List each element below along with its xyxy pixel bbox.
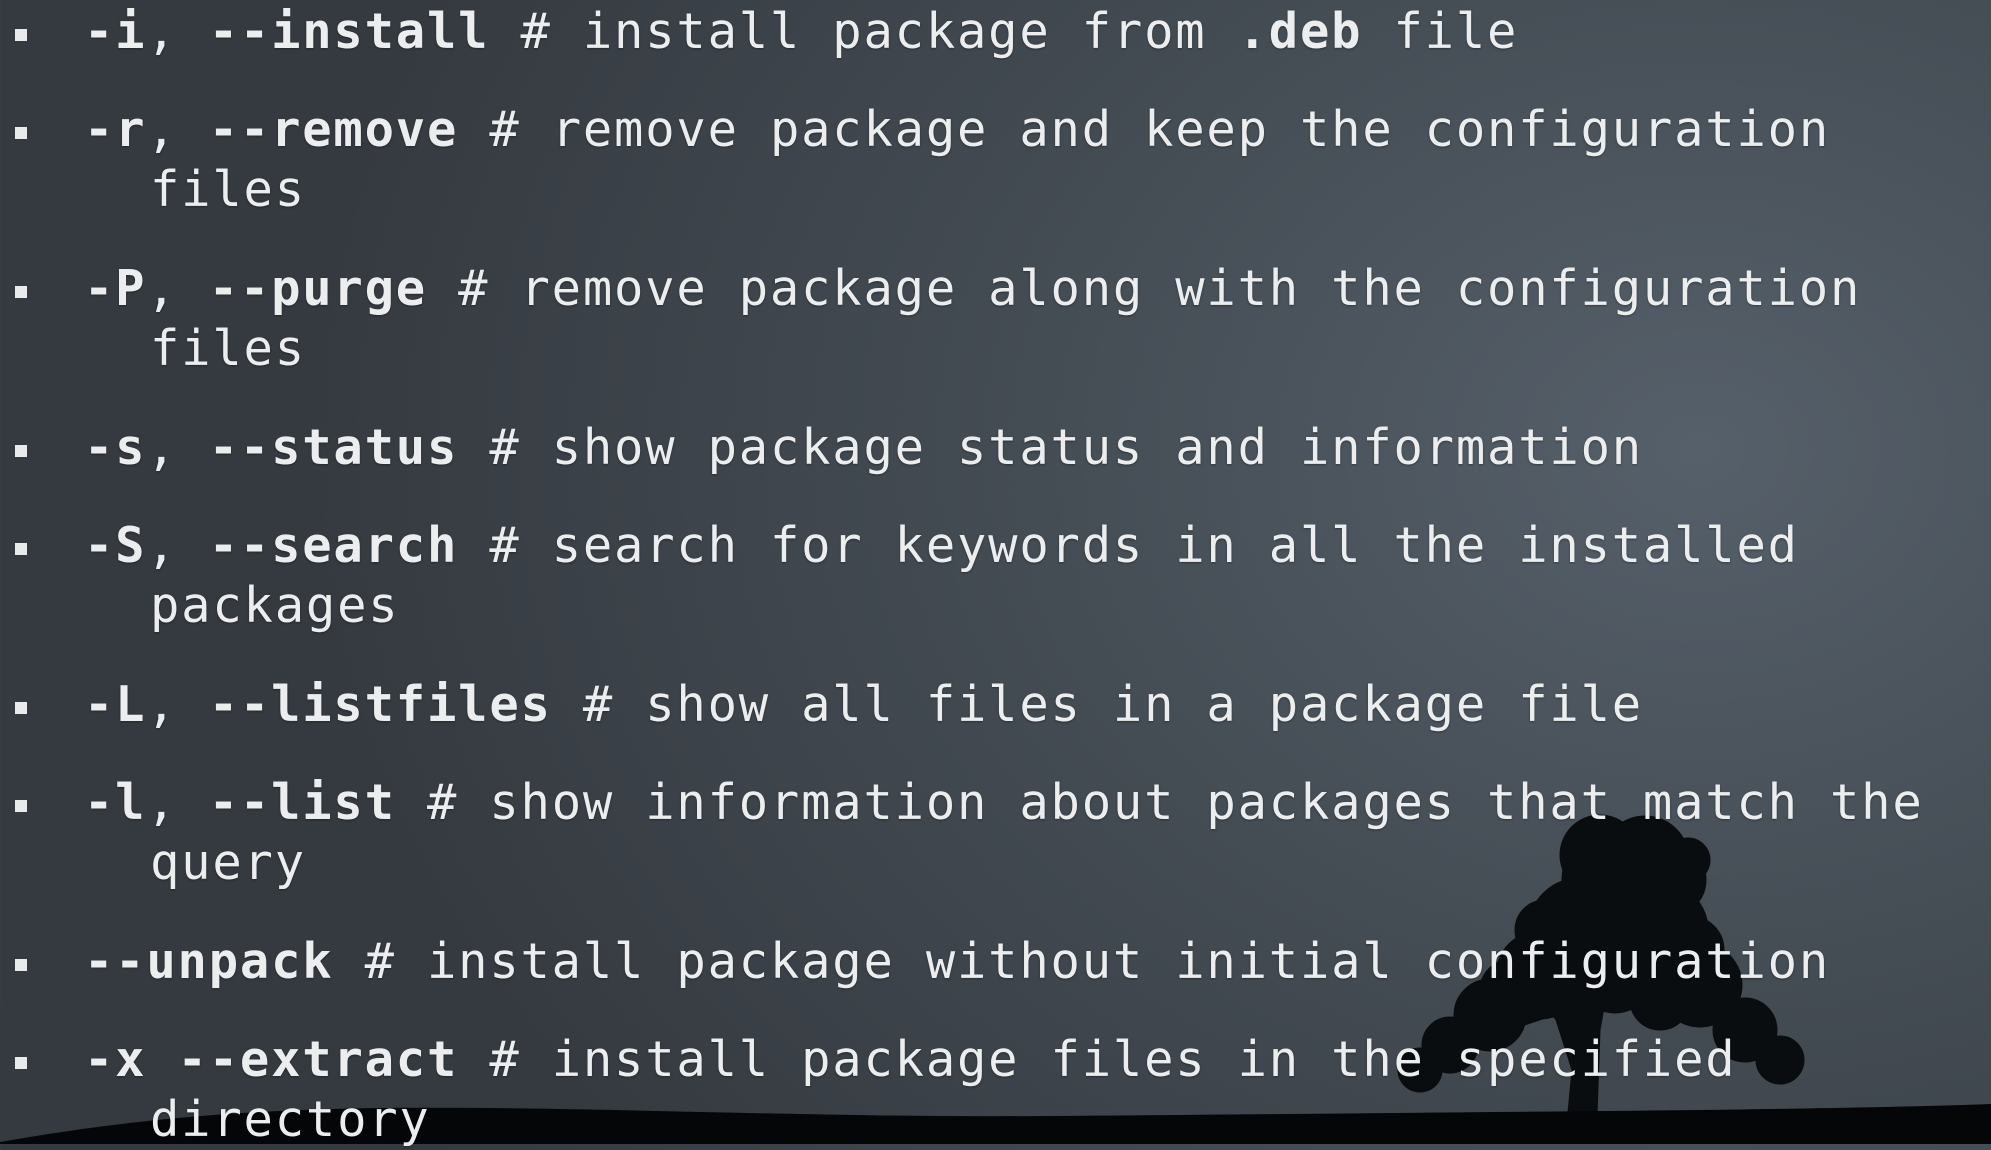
dpkg-options-list: -i, --install # install package from .de…: [0, 0, 1991, 1148]
short-option: -L: [84, 676, 147, 733]
long-option: --list: [208, 774, 396, 831]
option-description: # install package from: [489, 3, 1238, 60]
option-description: # remove package and keep the configurat…: [458, 101, 1830, 158]
short-option: -i: [84, 3, 147, 60]
option-separator: ,: [146, 676, 209, 733]
option-description: # show information about packages that m…: [395, 774, 1924, 831]
short-option: -x: [84, 1031, 147, 1088]
option-separator: ,: [146, 774, 209, 831]
list-item-text: -i, --install # install package from .de…: [84, 2, 1518, 62]
option-separator: ,: [146, 517, 209, 574]
long-option: --unpack: [84, 933, 334, 990]
long-option: --extract: [177, 1031, 459, 1088]
long-option: --purge: [208, 260, 427, 317]
short-option: -S: [84, 517, 147, 574]
long-option: --install: [208, 3, 490, 60]
option-separator: ,: [146, 3, 209, 60]
wrapped-continuation: directory: [150, 1091, 431, 1148]
wrapped-continuation: packages: [150, 577, 400, 634]
wrapped-continuation: files: [150, 161, 306, 218]
option-description: # show package status and information: [458, 419, 1643, 476]
short-option: -l: [84, 774, 147, 831]
bullet-icon: [15, 445, 27, 457]
option-separator: ,: [146, 101, 209, 158]
option-description: # show all files in a package file: [551, 676, 1643, 733]
option-description: # remove package along with the configur…: [426, 260, 1862, 317]
option-description: # install package without initial config…: [333, 933, 1830, 990]
option-description: # install package files in the specified: [458, 1031, 1737, 1088]
bullet-icon: [15, 959, 27, 971]
wrapped-continuation: query: [150, 834, 306, 891]
short-option: -r: [84, 101, 147, 158]
option-description: # search for keywords in all the install…: [458, 517, 1799, 574]
list-item-text: -x --extract # install package files in …: [84, 1030, 1736, 1090]
option-description-tail: file: [1362, 3, 1519, 60]
bullet-icon: [15, 543, 27, 555]
bullet-icon: [15, 1057, 27, 1069]
long-option: --remove: [208, 101, 459, 158]
bullet-icon: [15, 702, 27, 714]
list-item-text: -r, --remove # remove package and keep t…: [84, 100, 1830, 160]
option-separator: [146, 1031, 177, 1088]
list-item-text: --unpack # install package without initi…: [84, 932, 1830, 992]
long-option: --listfiles: [208, 676, 552, 733]
option-separator: ,: [146, 260, 209, 317]
list-item-text: -s, --status # show package status and i…: [84, 418, 1643, 478]
long-option: --status: [208, 419, 459, 476]
list-item-text: -S, --search # search for keywords in al…: [84, 516, 1799, 576]
bullet-icon: [15, 286, 27, 298]
option-separator: ,: [146, 419, 209, 476]
list-item-text: -l, --list # show information about pack…: [84, 773, 1924, 833]
bullet-icon: [15, 800, 27, 812]
long-option: --search: [208, 517, 459, 574]
file-extension: .deb: [1237, 3, 1363, 60]
list-item-text: -P, --purge # remove package along with …: [84, 259, 1861, 319]
bullet-icon: [15, 127, 27, 139]
wrapped-continuation: files: [150, 320, 306, 377]
list-item-text: -L, --listfiles # show all files in a pa…: [84, 675, 1643, 735]
short-option: -P: [84, 260, 147, 317]
bullet-icon: [15, 29, 27, 41]
short-option: -s: [84, 419, 147, 476]
